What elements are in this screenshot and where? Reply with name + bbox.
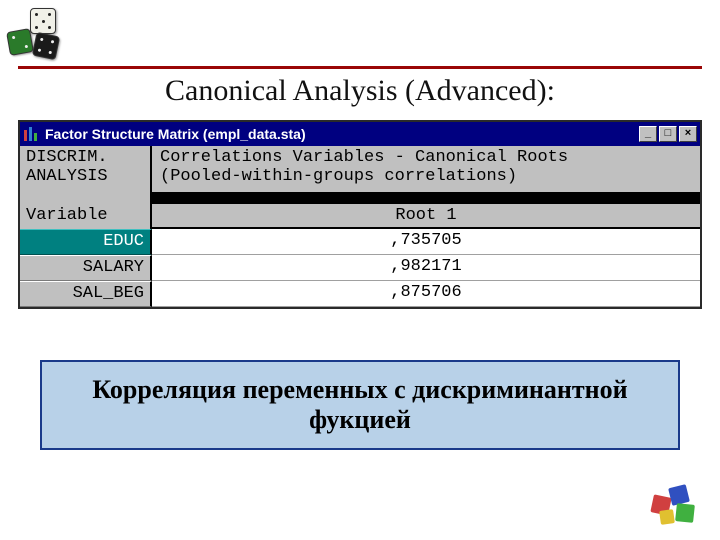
dice-decoration	[8, 8, 68, 63]
caption-text: Корреляция переменных с дискриминантной …	[54, 375, 666, 435]
cell-value: ,875706	[152, 281, 700, 307]
table-row[interactable]: SALARY ,982171	[20, 255, 700, 281]
header-right-line1: Correlations Variables - Canonical Roots	[160, 148, 692, 167]
die-white-icon	[30, 8, 56, 34]
caption-box: Корреляция переменных с дискриминантной …	[40, 360, 680, 450]
cell-value: ,735705	[152, 229, 700, 255]
app-icon	[23, 126, 39, 142]
cell-value: ,982171	[152, 255, 700, 281]
cell-variable: SALARY	[20, 255, 152, 281]
minimize-button[interactable]: _	[639, 126, 657, 142]
die-green-icon	[6, 28, 34, 56]
die-black-icon	[32, 32, 60, 60]
divider-line	[18, 66, 702, 69]
window-title: Factor Structure Matrix (empl_data.sta)	[45, 126, 637, 142]
maximize-button[interactable]: □	[659, 126, 677, 142]
header-right-line2: (Pooled-within-groups correlations)	[160, 167, 692, 186]
column-header-root1[interactable]: Root 1	[152, 204, 700, 229]
cell-variable: SAL_BEG	[20, 281, 152, 307]
header-right: Correlations Variables - Canonical Roots…	[152, 146, 700, 192]
table-content: DISCRIM. ANALYSIS Correlations Variables…	[20, 146, 700, 307]
header-left-line2: ANALYSIS	[26, 167, 144, 186]
header-gap-left	[20, 192, 152, 204]
table-row[interactable]: EDUC ,735705	[20, 229, 700, 255]
stats-window: Factor Structure Matrix (empl_data.sta) …	[18, 120, 702, 309]
header-left-line1: DISCRIM.	[26, 148, 144, 167]
header-gap-right	[152, 192, 700, 204]
column-header-variable[interactable]: Variable	[20, 204, 152, 229]
close-button[interactable]: ×	[679, 126, 697, 142]
cell-variable: EDUC	[20, 229, 152, 255]
table-row[interactable]: SAL_BEG ,875706	[20, 281, 700, 307]
page-title: Canonical Analysis (Advanced):	[0, 74, 720, 108]
header-left: DISCRIM. ANALYSIS	[20, 146, 152, 192]
stats-logo-icon	[646, 486, 706, 530]
titlebar[interactable]: Factor Structure Matrix (empl_data.sta) …	[20, 122, 700, 146]
